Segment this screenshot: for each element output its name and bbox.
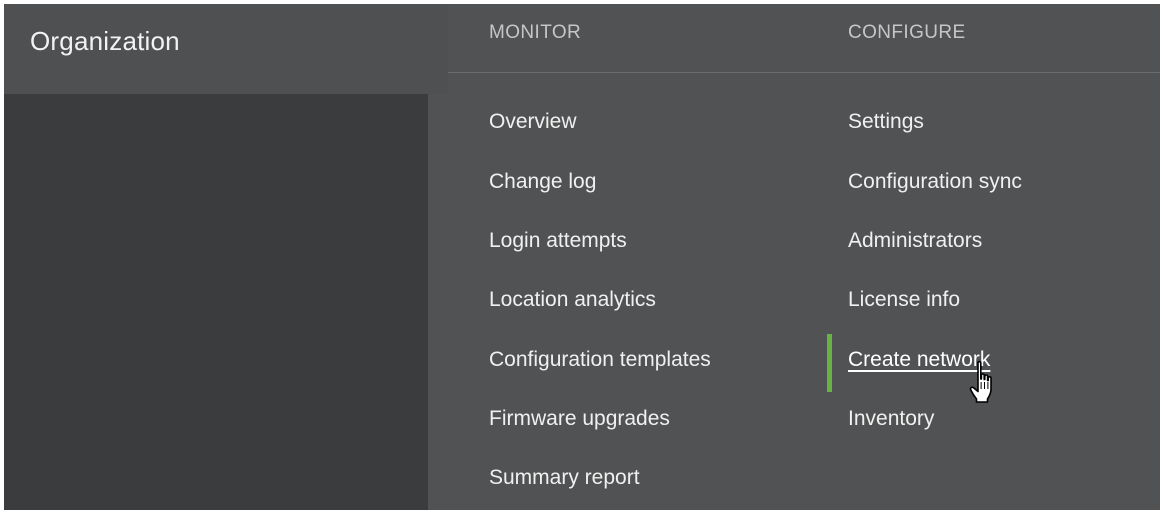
organization-nav-item[interactable]: Organization [30,26,180,57]
menu-item-configuration-sync[interactable]: Configuration sync [848,170,1022,194]
menu-item-summary-report[interactable]: Summary report [489,466,640,490]
menu-item-firmware-upgrades[interactable]: Firmware upgrades [489,407,670,431]
monitor-column-header: MONITOR [489,22,582,43]
header-divider [448,72,1160,73]
menu-item-change-log[interactable]: Change log [489,170,596,194]
menu-item-inventory[interactable]: Inventory [848,407,934,431]
menu-item-license-info[interactable]: License info [848,288,960,312]
configure-column-header: CONFIGURE [848,22,966,43]
hand-pointer-icon [969,360,992,403]
menu-item-location-analytics[interactable]: Location analytics [489,288,656,312]
active-indicator-bar [827,334,832,392]
menu-item-configuration-templates[interactable]: Configuration templates [489,348,711,372]
menu-item-login-attempts[interactable]: Login attempts [489,229,627,253]
menu-item-administrators[interactable]: Administrators [848,229,982,253]
menu-item-overview[interactable]: Overview [489,110,577,134]
sidebar-panel [4,94,428,510]
menu-item-settings[interactable]: Settings [848,110,924,134]
